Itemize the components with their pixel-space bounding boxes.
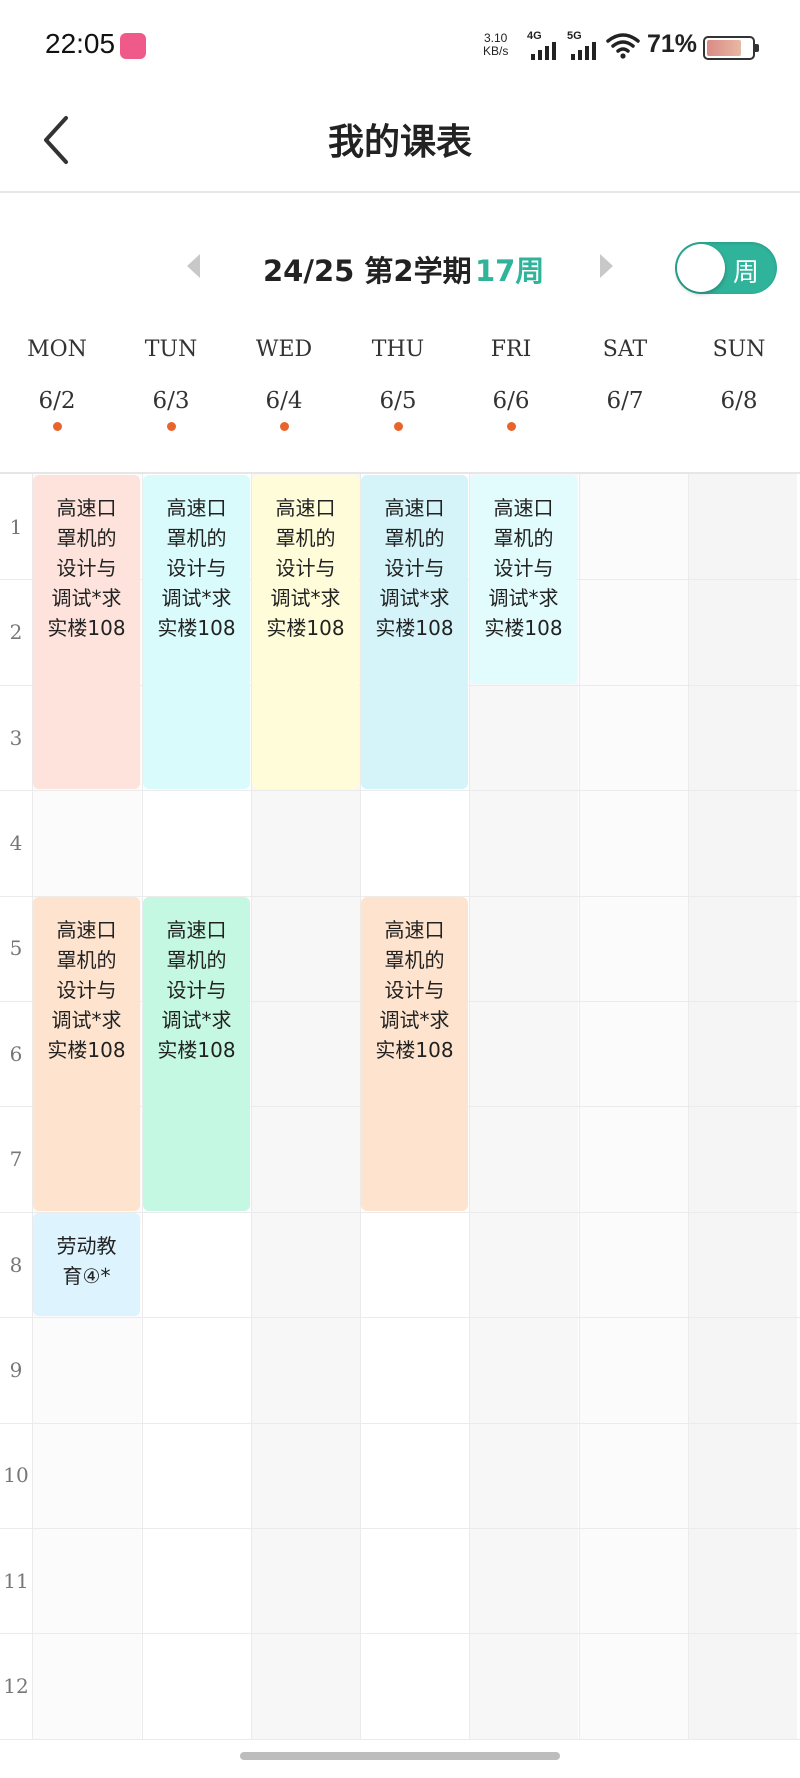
period-number: 1 <box>9 515 23 539</box>
course-name: 高速口罩机的设计与调试*求实楼108 <box>375 496 454 640</box>
day-date: 6/2 <box>38 388 76 414</box>
period-number: 5 <box>9 936 23 960</box>
course-name: 劳动教育④* <box>56 1234 117 1288</box>
row-divider <box>0 1739 800 1740</box>
previous-week-arrow-icon[interactable] <box>187 254 200 278</box>
period-number: 4 <box>9 831 23 855</box>
course-card[interactable]: 高速口罩机的设计与调试*求实楼108 <box>143 475 250 789</box>
week-view-toggle[interactable]: 周 <box>675 242 777 294</box>
top-bar: 我的课表 <box>0 90 800 193</box>
day-column-header-tun: TUN 6/3 <box>121 330 221 431</box>
battery-percent: 71% <box>647 30 698 58</box>
day-name: SUN <box>712 337 766 362</box>
network-speed: 3.10 KB/s <box>483 32 508 58</box>
class-indicator-dot <box>393 422 403 431</box>
course-name: 高速口罩机的设计与调试*求实楼108 <box>266 496 345 640</box>
day-name: WED <box>255 337 313 362</box>
term-label[interactable]: 24/25 第2学期 <box>263 248 472 290</box>
course-name: 高速口罩机的设计与调试*求实楼108 <box>157 496 236 640</box>
toggle-knob <box>677 244 725 292</box>
day-date: 6/7 <box>606 388 644 414</box>
day-date: 6/5 <box>379 388 417 414</box>
class-indicator-dot <box>52 422 62 431</box>
course-name: 高速口罩机的设计与调试*求实楼108 <box>47 918 126 1062</box>
course-card[interactable]: 高速口罩机的设计与调试*求实楼108 <box>33 897 140 1211</box>
term-selector: 24/25 第2学期 17周 周 <box>0 230 800 300</box>
app-notification-icon <box>120 33 146 59</box>
wifi-icon <box>606 33 640 59</box>
day-date: 6/8 <box>720 388 758 414</box>
period-number: 6 <box>9 1042 23 1066</box>
day-column-header-mon: MON 6/2 <box>7 330 107 431</box>
next-week-arrow-icon[interactable] <box>600 254 613 278</box>
current-week-label[interactable]: 17周 <box>475 248 544 290</box>
period-number: 3 <box>9 726 23 750</box>
network-speed-unit: KB/s <box>483 44 509 58</box>
day-date: 6/3 <box>152 388 190 414</box>
day-name: THU <box>371 337 425 362</box>
class-indicator-dot <box>506 422 516 431</box>
day-column-header-sat: SAT 6/7 <box>575 330 675 416</box>
row-divider <box>0 1528 800 1529</box>
period-number: 12 <box>3 1674 29 1698</box>
day-name: SAT <box>602 337 648 362</box>
course-card[interactable]: 高速口罩机的设计与调试*求实楼108 <box>252 475 359 789</box>
signal-4g-icon: 4G <box>527 30 563 60</box>
course-card[interactable]: 高速口罩机的设计与调试*求实楼108 <box>470 475 577 684</box>
course-card[interactable]: 高速口罩机的设计与调试*求实楼108 <box>143 897 250 1211</box>
status-bar: 22:05 3.10 KB/s 4G 5G 71% <box>0 0 800 90</box>
row-divider <box>0 790 800 791</box>
course-name: 高速口罩机的设计与调试*求实楼108 <box>484 496 563 640</box>
toggle-label: 周 <box>733 258 760 288</box>
period-number: 2 <box>9 620 23 644</box>
period-number: 7 <box>9 1147 23 1171</box>
period-number: 11 <box>3 1569 29 1593</box>
course-name: 高速口罩机的设计与调试*求实楼108 <box>375 918 454 1062</box>
class-indicator-dot <box>166 422 176 431</box>
day-column-header-wed: WED 6/4 <box>234 330 334 431</box>
weekday-header: MON 6/2 TUN 6/3 WED 6/4 THU 6/5 FRI 6/6 SAT 6/7 SUN 6… <box>0 330 800 440</box>
home-indicator[interactable] <box>240 1752 560 1760</box>
course-card[interactable]: 高速口罩机的设计与调试*求实楼108 <box>361 475 468 789</box>
row-divider <box>0 1633 800 1634</box>
course-card[interactable]: 高速口罩机的设计与调试*求实楼108 <box>361 897 468 1211</box>
day-date: 6/6 <box>492 388 530 414</box>
page-title: 我的课表 <box>327 122 472 163</box>
day-name: FRI <box>490 337 532 362</box>
day-column-header-fri: FRI 6/6 <box>461 330 561 431</box>
day-name: TUN <box>144 337 198 362</box>
battery-icon <box>703 36 759 60</box>
signal-5g-icon: 5G <box>567 30 603 60</box>
row-divider <box>0 1423 800 1424</box>
clock: 22:05 <box>45 28 116 59</box>
course-card[interactable]: 劳动教育④* <box>33 1213 140 1316</box>
timetable-grid: 1 2 3 4 5 6 7 8 9 10 11 12 高速口罩机的设计与调试*求实楼108 高速口罩机的设… <box>0 472 800 1740</box>
class-indicator-dot <box>279 422 289 431</box>
course-name: 高速口罩机的设计与调试*求实楼108 <box>157 918 236 1062</box>
day-name: MON <box>27 337 87 362</box>
course-card[interactable]: 高速口罩机的设计与调试*求实楼108 <box>33 475 140 789</box>
signal-4g-label: 4G <box>527 30 542 42</box>
period-number: 9 <box>9 1358 23 1382</box>
period-number: 8 <box>9 1253 23 1277</box>
row-divider <box>0 1317 800 1318</box>
course-name: 高速口罩机的设计与调试*求实楼108 <box>47 496 126 640</box>
day-column-header-sun: SUN 6/8 <box>689 330 789 416</box>
day-column-header-thu: THU 6/5 <box>348 330 448 431</box>
period-number: 10 <box>3 1463 29 1487</box>
signal-5g-label: 5G <box>567 30 582 42</box>
day-date: 6/4 <box>265 388 303 414</box>
